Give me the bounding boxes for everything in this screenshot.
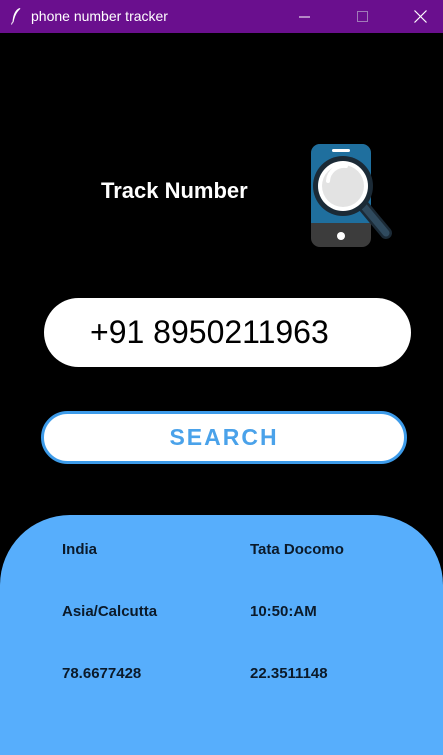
search-button[interactable]: SEARCH — [41, 411, 407, 464]
result-longitude: 78.6677428 — [62, 665, 142, 682]
results-panel: India Tata Docomo Asia/Calcutta 10:50:AM… — [0, 515, 443, 755]
close-button[interactable] — [397, 0, 443, 33]
phone-search-icon — [306, 141, 396, 249]
page-title: Track Number — [101, 178, 248, 203]
window-title: phone number tracker — [31, 8, 168, 24]
feather-icon — [10, 7, 22, 25]
result-timezone: Asia/Calcutta — [62, 603, 158, 620]
phone-number-input[interactable] — [44, 298, 411, 367]
result-latitude: 22.3511148 — [250, 665, 328, 682]
maximize-icon — [357, 10, 368, 22]
result-country: India — [62, 541, 98, 558]
result-time: 10:50:AM — [250, 603, 317, 620]
app-window: phone number tracker Track Number +91 89… — [0, 0, 443, 755]
title-bar: phone number tracker — [0, 0, 443, 33]
maximize-button[interactable] — [340, 0, 386, 33]
minimize-button[interactable] — [282, 0, 328, 33]
close-icon — [413, 10, 427, 23]
minimize-icon — [299, 16, 310, 17]
result-carrier: Tata Docomo — [250, 541, 344, 558]
